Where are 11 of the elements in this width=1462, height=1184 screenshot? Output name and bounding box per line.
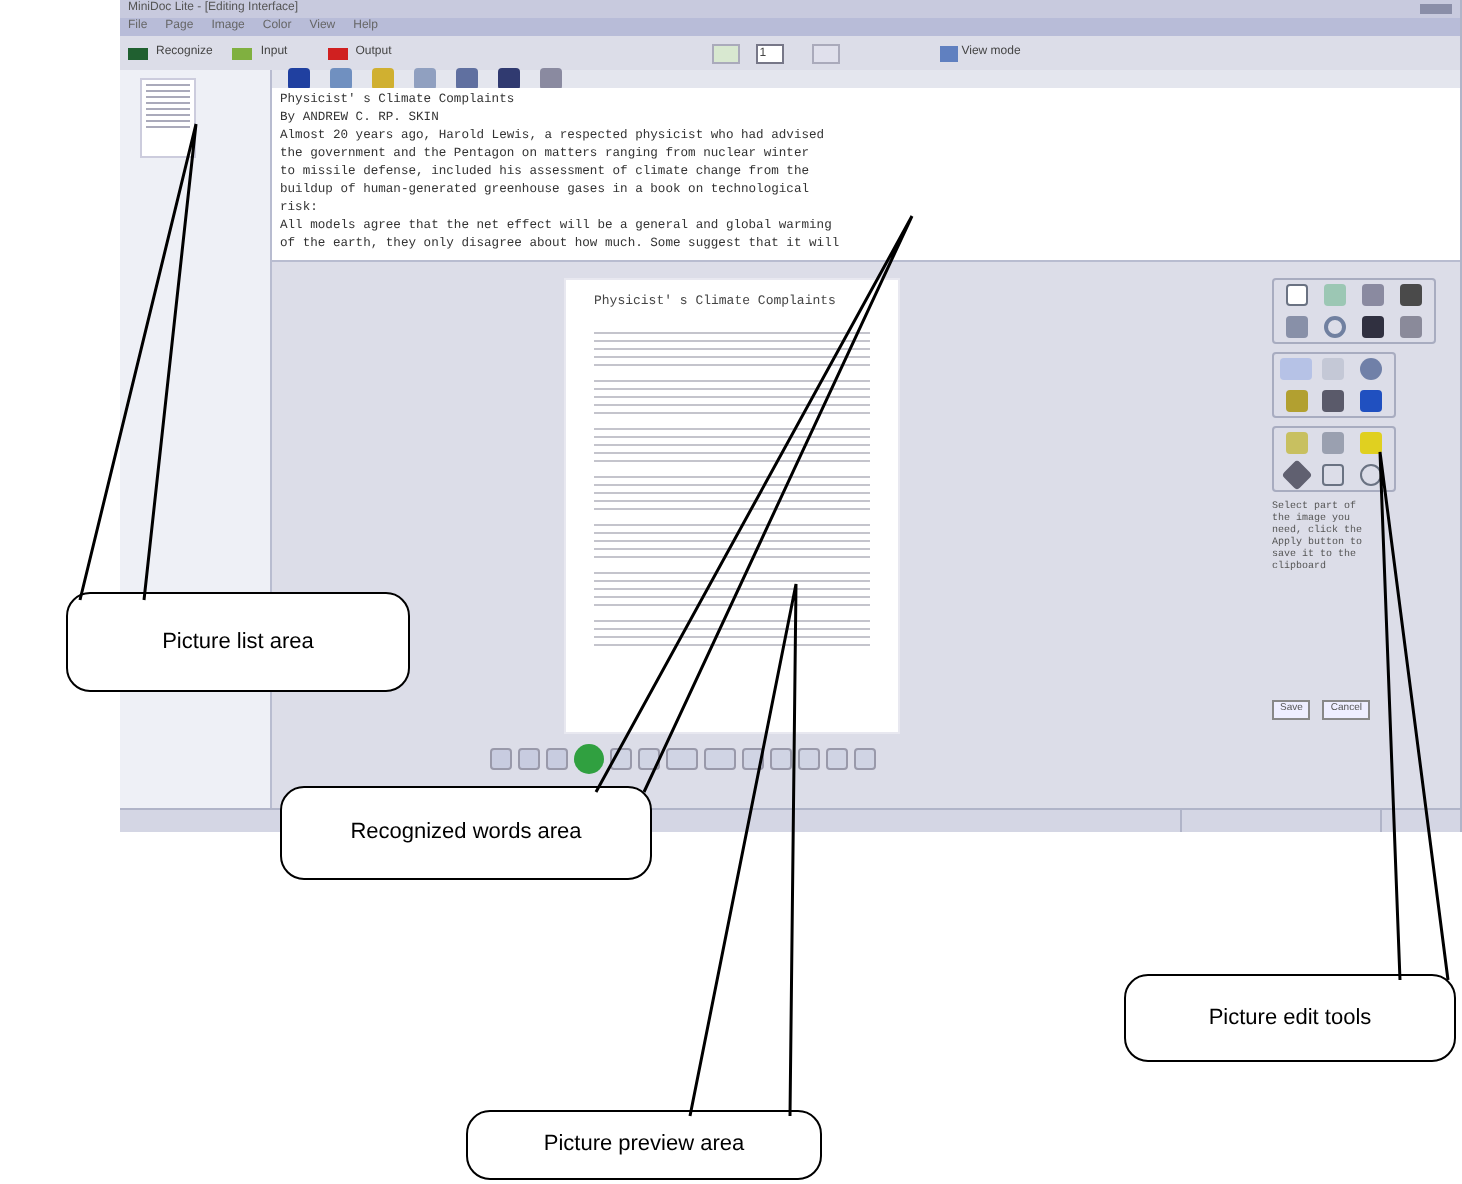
rotate-icon[interactable] xyxy=(1324,316,1346,338)
rectangle-icon[interactable] xyxy=(1322,464,1345,486)
callout-label: Picture list area xyxy=(162,627,314,658)
callout-label: Picture edit tools xyxy=(1208,1003,1372,1034)
rectangle-select-icon[interactable] xyxy=(1286,284,1308,306)
page-thumbnail[interactable] xyxy=(140,78,196,158)
callout-label: Picture preview area xyxy=(543,1130,745,1161)
first-page-icon[interactable] xyxy=(711,43,740,63)
recognized-words-area[interactable] xyxy=(272,88,1460,260)
next-page-icon[interactable] xyxy=(811,43,840,63)
callout-label: Recognized words area xyxy=(350,818,582,849)
